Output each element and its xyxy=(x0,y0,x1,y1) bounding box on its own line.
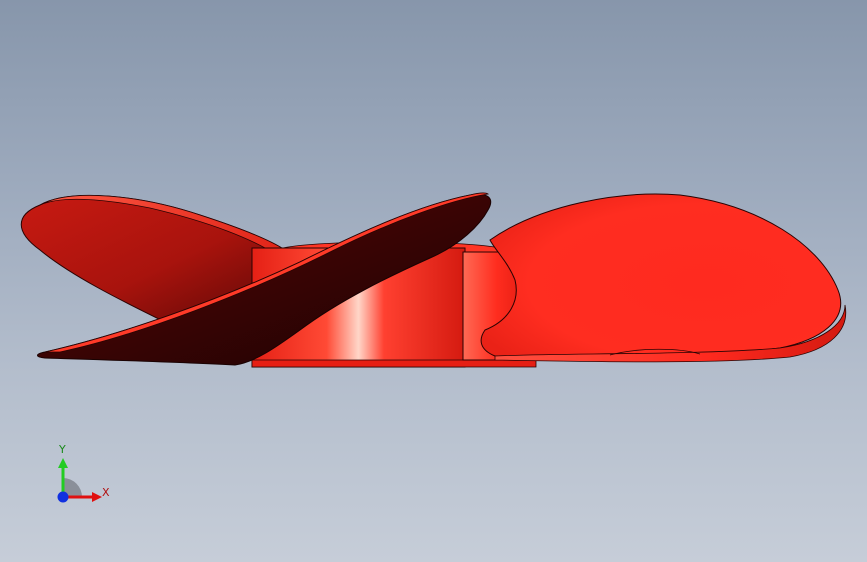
propeller-model[interactable] xyxy=(0,0,867,562)
axis-triad: Y X xyxy=(48,440,118,510)
y-axis-arrowhead-icon xyxy=(58,458,68,468)
y-axis-label: Y xyxy=(59,443,66,456)
x-axis-arrowhead-icon xyxy=(92,492,102,502)
z-axis-dot-icon xyxy=(57,491,69,503)
3d-viewport[interactable]: Y X xyxy=(0,0,867,562)
x-axis-label: X xyxy=(102,486,110,499)
right-blade[interactable] xyxy=(480,193,847,363)
